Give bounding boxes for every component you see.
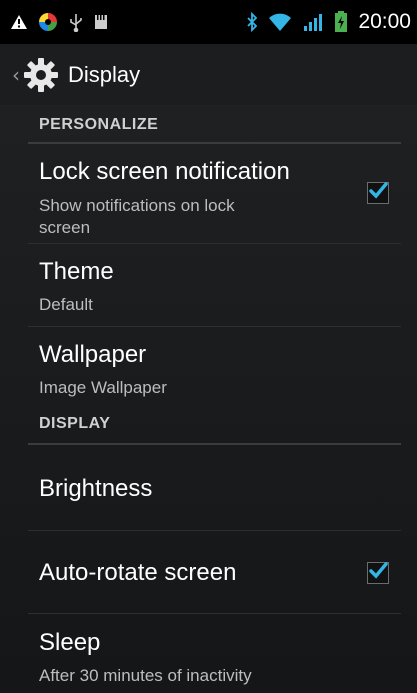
- notification-app-icon: [38, 12, 58, 32]
- wallpaper-title: Wallpaper: [39, 341, 147, 368]
- wallpaper-item[interactable]: Wallpaper Image Wallpaper: [28, 327, 401, 409]
- status-bar: 20:00: [0, 0, 417, 44]
- checkmark-icon: [369, 562, 388, 579]
- warning-icon: [10, 14, 28, 30]
- signal-icon: [302, 12, 324, 32]
- auto-rotate-screen-title: Auto-rotate screen: [39, 559, 237, 586]
- theme-title: Theme: [39, 258, 114, 285]
- clock: 20:00: [358, 10, 411, 33]
- page-title: Display: [68, 61, 141, 87]
- action-bar: ‹ Display: [0, 44, 417, 106]
- section-header-personalize: PERSONALIZE: [28, 106, 401, 144]
- brightness-title: Brightness: [39, 475, 153, 502]
- auto-rotate-screen-checkbox[interactable]: [367, 562, 389, 584]
- storage-icon: [94, 14, 108, 30]
- lock-screen-notification-checkbox[interactable]: [367, 182, 389, 204]
- usb-icon: [68, 12, 84, 32]
- gear-icon[interactable]: [22, 56, 60, 94]
- auto-rotate-screen-item[interactable]: Auto-rotate screen: [28, 531, 401, 614]
- battery-charging-icon: [334, 11, 348, 33]
- wallpaper-summary: Image Wallpaper: [39, 378, 167, 397]
- theme-summary: Default: [39, 295, 93, 314]
- sleep-summary: After 30 minutes of inactivity: [39, 666, 252, 685]
- sleep-item[interactable]: Sleep After 30 minutes of inactivity: [28, 614, 401, 693]
- bluetooth-icon: [246, 12, 258, 32]
- lock-screen-notification-summary-line2: screen: [39, 218, 91, 237]
- lock-screen-notification-item[interactable]: Lock screen notification Show notificati…: [28, 144, 401, 244]
- brightness-item[interactable]: Brightness: [28, 445, 401, 531]
- theme-item[interactable]: Theme Default: [28, 244, 401, 327]
- wifi-icon: [268, 12, 292, 32]
- settings-list: PERSONALIZE Lock screen notification Sho…: [0, 106, 417, 693]
- lock-screen-notification-summary-line1: Show notifications on lock: [39, 196, 235, 215]
- lock-screen-notification-title: Lock screen notification: [39, 158, 290, 185]
- back-chevron-icon[interactable]: ‹: [12, 63, 20, 87]
- section-header-display: DISPLAY: [28, 409, 401, 445]
- sleep-title: Sleep: [39, 629, 101, 656]
- checkmark-icon: [369, 182, 388, 199]
